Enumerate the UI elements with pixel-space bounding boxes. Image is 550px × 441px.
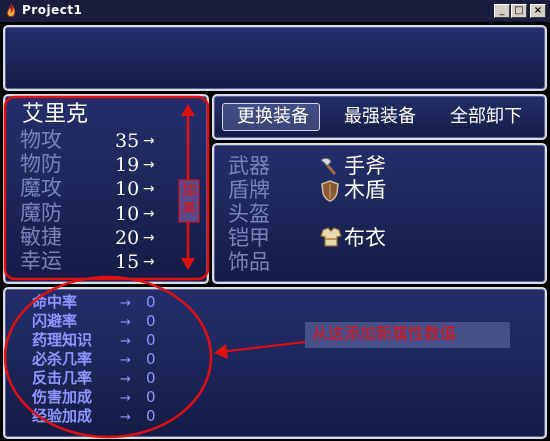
stat-arrow: → bbox=[143, 254, 155, 270]
equip-slot-label[interactable]: 饰品 bbox=[228, 252, 270, 273]
extra-stat-arrow: → bbox=[120, 334, 131, 349]
extra-stat-value: 0 bbox=[146, 350, 156, 368]
equip-item-name: 布衣 bbox=[344, 226, 386, 250]
stat-label: 幸运 bbox=[20, 249, 62, 273]
stat-label: 敏捷 bbox=[20, 224, 62, 249]
extra-stat-arrow: → bbox=[120, 315, 131, 330]
extra-stat-value: 0 bbox=[146, 331, 156, 349]
stat-value: 15 bbox=[115, 251, 140, 273]
close-button[interactable]: × bbox=[530, 4, 546, 18]
title-bar bbox=[0, 0, 550, 22]
equip-item-name: 手斧 bbox=[344, 154, 386, 178]
extra-stat-arrow: → bbox=[120, 372, 131, 387]
equip-item-name: 木盾 bbox=[344, 178, 386, 202]
stat-value: 10 bbox=[115, 202, 140, 225]
extra-stat-value: 0 bbox=[146, 312, 156, 330]
help-window bbox=[3, 25, 547, 91]
extra-stat-arrow: → bbox=[120, 353, 131, 368]
extra-stat-label: 药理知识 bbox=[32, 331, 93, 349]
stat-value: 10 bbox=[115, 178, 140, 201]
extra-stat-value: 0 bbox=[146, 293, 156, 311]
extra-stat-arrow: → bbox=[120, 410, 131, 425]
extra-stat-label: 必杀几率 bbox=[32, 350, 93, 368]
annotation-vertical-1: 加 bbox=[182, 183, 196, 199]
character-name: 艾里克 bbox=[22, 102, 89, 127]
annotation-callout: 从这添加新属性数值 bbox=[312, 324, 457, 343]
command-remove-all[interactable]: 全部卸下 bbox=[450, 108, 522, 126]
shield-icon bbox=[321, 180, 339, 202]
stat-label: 物防 bbox=[20, 152, 62, 177]
stat-arrow: → bbox=[143, 229, 155, 246]
maximize-button[interactable]: □ bbox=[511, 4, 527, 18]
stat-label: 物攻 bbox=[20, 128, 62, 152]
minimize-button[interactable]: _ bbox=[494, 4, 510, 18]
command-change-equip[interactable]: 更换装备 bbox=[237, 108, 309, 126]
equip-slot-label[interactable]: 头盔 bbox=[228, 204, 270, 225]
stat-arrow: → bbox=[143, 205, 155, 222]
extra-stat-label: 伤害加成 bbox=[32, 388, 93, 406]
extra-stat-label: 经验加成 bbox=[32, 407, 93, 425]
extra-stat-value: 0 bbox=[146, 369, 156, 387]
stat-label: 魔攻 bbox=[20, 176, 62, 201]
extra-stat-arrow: → bbox=[120, 296, 131, 311]
stat-value: 19 bbox=[115, 154, 140, 177]
extra-stat-label: 命中率 bbox=[32, 293, 78, 311]
extra-stat-arrow: → bbox=[120, 391, 131, 406]
extra-stat-value: 0 bbox=[146, 407, 156, 425]
extra-stat-label: 反击几率 bbox=[32, 369, 93, 387]
stat-value: 20 bbox=[115, 226, 140, 249]
extra-stat-label: 闪避率 bbox=[32, 312, 78, 330]
annotation-vertical-2: 离 bbox=[182, 201, 196, 217]
window-title: Project1 bbox=[22, 3, 83, 17]
stat-value: 35 bbox=[115, 130, 140, 152]
equip-slot-label[interactable]: 武器 bbox=[228, 156, 270, 177]
armor-icon bbox=[320, 227, 342, 247]
stat-arrow: → bbox=[143, 181, 155, 198]
extra-stat-value: 0 bbox=[146, 388, 156, 406]
axe-icon bbox=[320, 157, 337, 176]
stat-arrow: → bbox=[143, 157, 155, 174]
app-icon bbox=[6, 3, 16, 17]
stat-arrow: → bbox=[143, 133, 155, 149]
stat-label: 魔防 bbox=[20, 200, 62, 225]
command-optimize-equip[interactable]: 最强装备 bbox=[344, 108, 416, 126]
equip-slot-label[interactable]: 铠甲 bbox=[228, 228, 270, 249]
equip-slot-label[interactable]: 盾牌 bbox=[228, 180, 270, 201]
